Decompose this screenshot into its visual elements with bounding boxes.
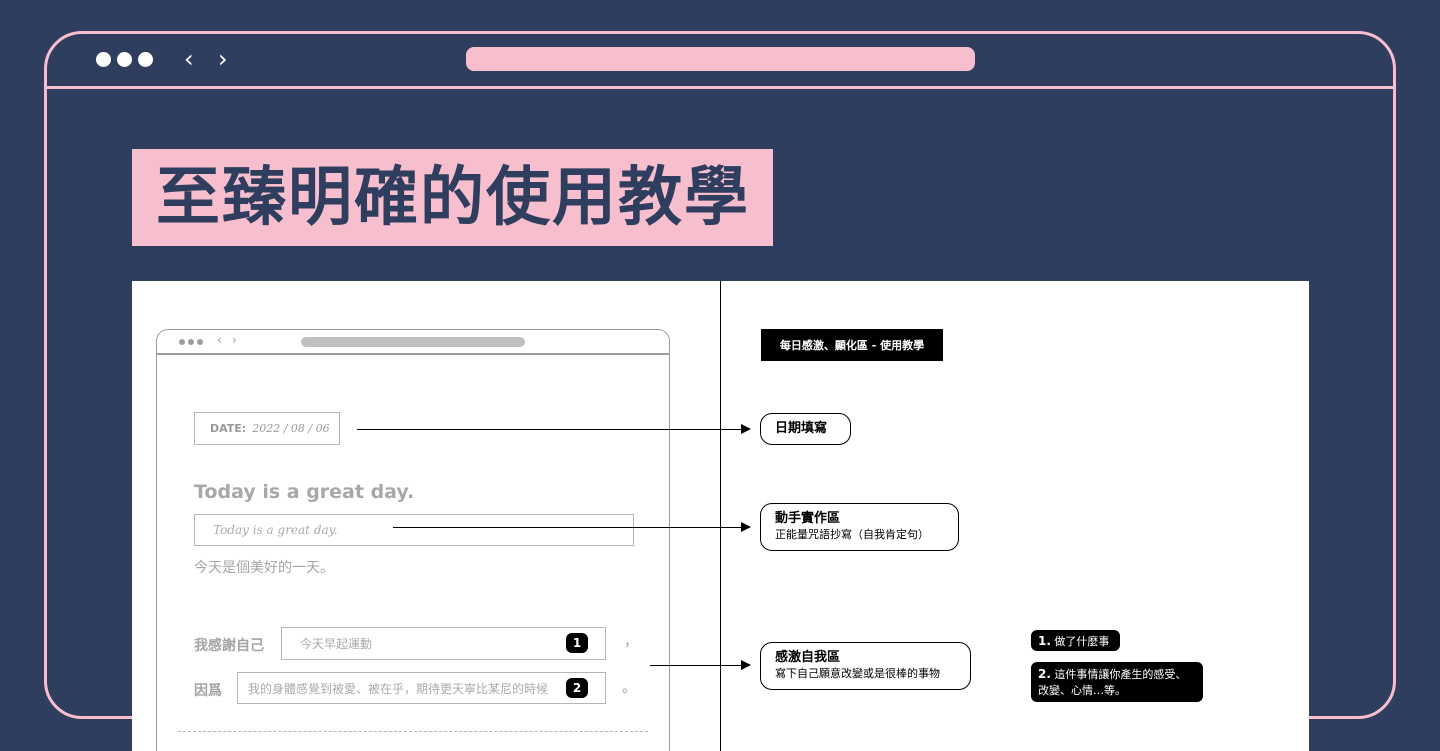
- affirmation-heading: Today is a great day.: [194, 481, 415, 503]
- because-punct: 。: [622, 680, 636, 696]
- window-dot-icon: [117, 52, 132, 67]
- mockup-dot-icon: [179, 339, 185, 345]
- section-tag: 每日感激、顯化區 - 使用教學: [761, 329, 943, 361]
- page-title: 至臻明確的使用教學: [156, 161, 750, 235]
- tip-1: 1. 做了什麼事: [1031, 630, 1120, 651]
- gratitude-step-badge: 1: [566, 633, 588, 653]
- mockup-forward-icon: ›: [232, 333, 237, 347]
- arrow-head-icon: [741, 424, 751, 434]
- callout-gratitude: 感激自我區 寫下自己願意改變或是很棒的事物: [760, 642, 971, 690]
- date-value: 2022 / 08 / 06: [252, 422, 330, 435]
- affirmation-input[interactable]: Today is a great day.: [194, 514, 634, 546]
- callout-practice: 動手實作區 正能量咒語抄寫（自我肯定句）: [760, 503, 959, 551]
- window-dot-icon: [138, 52, 153, 67]
- tutorial-panel: ‹ › DATE: 2022 / 08 / 06 Today is a grea…: [132, 281, 1309, 751]
- affirmation-translation: 今天是個美好的一天。: [194, 560, 334, 576]
- mockup-toolbar-divider: [156, 353, 670, 355]
- callout-title: 動手實作區: [775, 511, 841, 526]
- callout-title: 感激自我區: [775, 650, 841, 665]
- callout-subtitle: 寫下自己願意改變或是很棒的事物: [775, 667, 940, 680]
- arrow-head-icon: [741, 522, 751, 532]
- date-field[interactable]: DATE: 2022 / 08 / 06: [194, 412, 340, 445]
- mockup-back-icon: ‹: [217, 333, 222, 347]
- gratitude-label: 我感謝自己: [194, 638, 264, 654]
- arrow-line: [357, 429, 747, 430]
- callout-subtitle: 正能量咒語抄寫（自我肯定句）: [775, 528, 929, 541]
- because-label: 因爲: [194, 683, 222, 699]
- arrow-line: [393, 527, 747, 528]
- tip-number: 1.: [1038, 634, 1051, 648]
- arrow-head-icon: [741, 660, 751, 670]
- callout-title: 日期填寫: [775, 421, 828, 436]
- address-bar[interactable]: [466, 47, 975, 71]
- tip-text: 做了什麼事: [1054, 635, 1110, 648]
- window-dot-icon: [96, 52, 111, 67]
- panel-divider: [720, 281, 721, 751]
- back-chevron-icon[interactable]: ‹: [184, 46, 194, 72]
- browser-toolbar-divider: [44, 86, 1396, 89]
- gratitude-input[interactable]: 今天早起運動: [281, 627, 606, 660]
- tip-number: 2.: [1038, 667, 1051, 681]
- date-label: DATE:: [210, 422, 247, 435]
- callout-date: 日期填寫: [760, 413, 851, 445]
- mockup-dot-icon: [197, 339, 203, 345]
- gratitude-punct: ，: [624, 634, 638, 650]
- mockup-address-bar: [301, 337, 525, 347]
- tip-text: 這件事情讓你產生的感受、改變、心情…等。: [1038, 668, 1187, 697]
- mockup-dot-icon: [188, 339, 194, 345]
- section-divider: [178, 731, 648, 732]
- arrow-line: [650, 665, 747, 666]
- because-input[interactable]: 我的身體感覺到被愛、被在乎，期待更天寧比某尼的時候: [237, 672, 606, 704]
- forward-chevron-icon[interactable]: ›: [218, 46, 228, 72]
- because-step-badge: 2: [566, 678, 588, 698]
- tip-2: 2. 這件事情讓你產生的感受、改變、心情…等。: [1031, 662, 1203, 702]
